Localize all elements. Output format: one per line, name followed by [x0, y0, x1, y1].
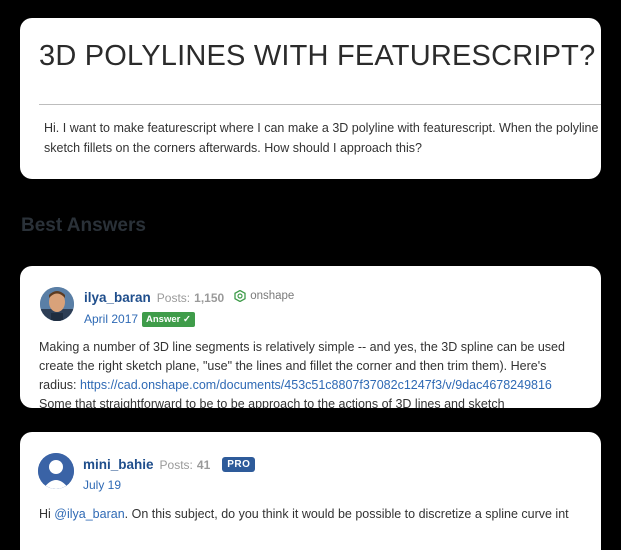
posts-label: Posts: — [159, 457, 193, 472]
author-meta: mini_bahie Posts: 41 PRO — [83, 457, 256, 472]
org-tag: onshape — [234, 290, 294, 302]
posts-count: 1,150 — [194, 291, 225, 305]
answer-card: mini_bahie Posts: 41 PRO July 19 Hi @ily… — [20, 432, 601, 550]
org-name: onshape — [250, 290, 295, 302]
accepted-answer-badge: Answer ✓ — [142, 312, 195, 327]
answer-body-line: create the right sketch plane, "use" the… — [39, 359, 547, 373]
answer-card: ilya_baran Posts: 1,150 onshape April 20… — [20, 266, 601, 408]
post-date-link[interactable]: July 19 — [83, 478, 121, 492]
best-answers-heading: Best Answers — [21, 215, 146, 236]
onshape-logo-icon — [234, 290, 246, 302]
user-mention-link[interactable]: @ilya_baran — [54, 507, 124, 521]
post-date-link[interactable]: April 2017 — [84, 312, 138, 326]
answer-body-text: . On this subject, do you think it would… — [124, 507, 569, 521]
posts-count: 41 — [196, 457, 211, 472]
username-link[interactable]: ilya_baran — [84, 290, 151, 305]
question-body: Hi. I want to make featurescript where I… — [44, 118, 601, 158]
question-title: 3D POLYLINES WITH FEATURESCRIPT? — [39, 40, 596, 72]
posts-label: Posts: — [156, 291, 191, 305]
answer-body-line: Making a number of 3D line segments is r… — [39, 340, 565, 354]
answer-body-line: radius: https://cad.onshape.com/document… — [39, 376, 601, 395]
avatar[interactable] — [38, 453, 74, 489]
question-body-line: Hi. I want to make featurescript where I… — [44, 121, 599, 135]
answer-body: Making a number of 3D line segments is r… — [39, 338, 601, 408]
user-photo-icon — [40, 287, 74, 321]
question-card: 3D POLYLINES WITH FEATURESCRIPT? Hi. I w… — [20, 18, 601, 179]
divider — [39, 104, 601, 105]
answer-body-text: Hi — [39, 507, 55, 521]
author-meta: ilya_baran Posts: 1,150 onshape — [84, 290, 294, 305]
document-link[interactable]: https://cad.onshape.com/documents/453c51… — [80, 378, 552, 392]
avatar[interactable] — [40, 287, 74, 321]
answer-body: Hi @ilya_baran. On this subject, do you … — [39, 505, 601, 524]
pro-badge: PRO — [222, 457, 256, 472]
answer-body-line: Some that straightforward to be to be ap… — [39, 397, 505, 408]
answer-body-text: radius: — [39, 378, 80, 392]
question-body-line: sketch fillets on the corners afterwards… — [44, 141, 422, 155]
username-link[interactable]: mini_bahie — [83, 457, 154, 472]
default-user-icon — [38, 453, 74, 489]
